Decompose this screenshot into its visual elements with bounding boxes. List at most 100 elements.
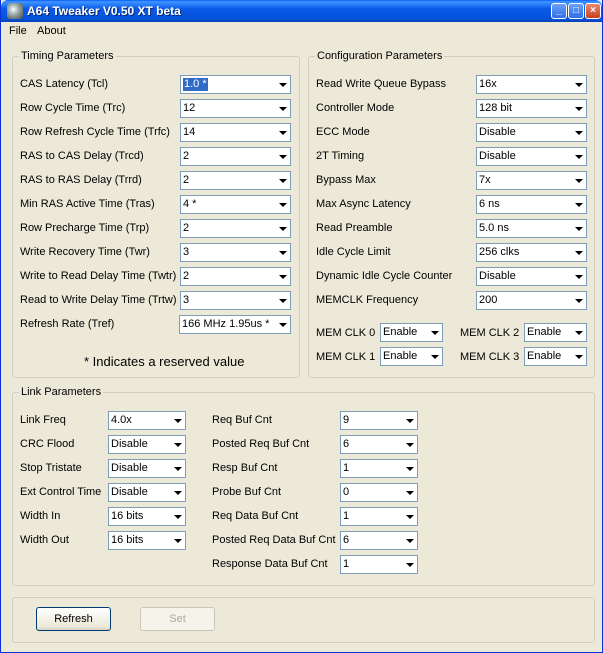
link-buffer-dropdown[interactable]: 6 bbox=[340, 435, 418, 454]
maximize-button[interactable]: □ bbox=[568, 3, 584, 19]
chevron-down-icon[interactable] bbox=[570, 76, 586, 93]
link-param-dropdown[interactable]: 16 bits bbox=[108, 531, 186, 550]
chevron-down-icon[interactable] bbox=[401, 508, 417, 525]
link-param-dropdown[interactable]: Disable bbox=[108, 459, 186, 478]
config-param-dropdown[interactable]: 128 bit bbox=[476, 99, 587, 118]
chevron-down-icon[interactable] bbox=[169, 532, 185, 549]
config-param-dropdown[interactable]: 6 ns bbox=[476, 195, 587, 214]
timing-param-dropdown[interactable]: 2 bbox=[180, 267, 291, 286]
app-icon bbox=[7, 3, 23, 19]
config-param-value: 7x bbox=[479, 174, 491, 186]
timing-param-dropdown[interactable]: 1.0 * bbox=[180, 75, 291, 94]
chevron-down-icon[interactable] bbox=[274, 100, 290, 117]
config-param-dropdown[interactable]: 256 clks bbox=[476, 243, 587, 262]
link-param-dropdown[interactable]: 16 bits bbox=[108, 507, 186, 526]
timing-param-dropdown[interactable]: 2 bbox=[180, 219, 291, 238]
link-param-dropdown[interactable]: Disable bbox=[108, 435, 186, 454]
timing-param-dropdown[interactable]: 3 bbox=[180, 291, 291, 310]
link-param-dropdown[interactable]: 4.0x bbox=[108, 411, 186, 430]
config-param-label: ECC Mode bbox=[316, 126, 370, 138]
config-param-value: Disable bbox=[479, 150, 516, 162]
chevron-down-icon[interactable] bbox=[570, 124, 586, 141]
chevron-down-icon[interactable] bbox=[274, 76, 290, 93]
chevron-down-icon[interactable] bbox=[401, 412, 417, 429]
link-buffer-dropdown[interactable]: 1 bbox=[340, 459, 418, 478]
chevron-down-icon[interactable] bbox=[570, 324, 586, 341]
chevron-down-icon[interactable] bbox=[169, 508, 185, 525]
chevron-down-icon[interactable] bbox=[570, 244, 586, 261]
link-param-value: 4.0x bbox=[111, 414, 132, 426]
memclk-dropdown[interactable]: Enable bbox=[524, 347, 587, 366]
refresh-button[interactable]: Refresh bbox=[36, 607, 111, 631]
chevron-down-icon[interactable] bbox=[570, 220, 586, 237]
memclk-label: MEM CLK 3 bbox=[460, 351, 520, 363]
timing-param-dropdown[interactable]: 12 bbox=[180, 99, 291, 118]
reserved-value-note: * Indicates a reserved value bbox=[84, 354, 245, 369]
menu-file[interactable]: File bbox=[9, 25, 27, 37]
chevron-down-icon[interactable] bbox=[274, 124, 290, 141]
menu-about[interactable]: About bbox=[37, 25, 66, 37]
config-param-dropdown[interactable]: 16x bbox=[476, 75, 587, 94]
chevron-down-icon[interactable] bbox=[401, 484, 417, 501]
link-buffer-dropdown[interactable]: 6 bbox=[340, 531, 418, 550]
chevron-down-icon[interactable] bbox=[570, 268, 586, 285]
chevron-down-icon[interactable] bbox=[169, 484, 185, 501]
memclk-dropdown[interactable]: Enable bbox=[524, 323, 587, 342]
config-param-label: Read Write Queue Bypass bbox=[316, 78, 447, 90]
chevron-down-icon[interactable] bbox=[570, 148, 586, 165]
memclk-dropdown[interactable]: Enable bbox=[380, 323, 443, 342]
config-param-dropdown[interactable]: Disable bbox=[476, 147, 587, 166]
menu-bar: File About bbox=[1, 22, 602, 40]
chevron-down-icon[interactable] bbox=[401, 460, 417, 477]
chevron-down-icon[interactable] bbox=[570, 196, 586, 213]
title-bar[interactable]: A64 Tweaker V0.50 XT beta _ □ × bbox=[1, 0, 602, 22]
link-buffer-value: 0 bbox=[343, 486, 350, 498]
link-buffer-dropdown[interactable]: 1 bbox=[340, 555, 418, 574]
chevron-down-icon[interactable] bbox=[274, 244, 290, 261]
link-param-dropdown[interactable]: Disable bbox=[108, 483, 186, 502]
timing-param-dropdown[interactable]: 2 bbox=[180, 147, 291, 166]
chevron-down-icon[interactable] bbox=[570, 348, 586, 365]
link-buffer-dropdown[interactable]: 0 bbox=[340, 483, 418, 502]
minimize-button[interactable]: _ bbox=[551, 3, 567, 19]
chevron-down-icon[interactable] bbox=[401, 532, 417, 549]
chevron-down-icon[interactable] bbox=[169, 460, 185, 477]
timing-param-value: 166 MHz 1.95us * bbox=[182, 318, 270, 330]
timing-param-dropdown[interactable]: 2 bbox=[180, 171, 291, 190]
chevron-down-icon[interactable] bbox=[401, 556, 417, 573]
chevron-down-icon[interactable] bbox=[274, 220, 290, 237]
chevron-down-icon[interactable] bbox=[401, 436, 417, 453]
config-param-dropdown[interactable]: 7x bbox=[476, 171, 587, 190]
chevron-down-icon[interactable] bbox=[274, 148, 290, 165]
chevron-down-icon[interactable] bbox=[169, 412, 185, 429]
chevron-down-icon[interactable] bbox=[274, 268, 290, 285]
timing-param-dropdown[interactable]: 14 bbox=[180, 123, 291, 142]
link-param-value: Disable bbox=[111, 438, 148, 450]
timing-param-value: 4 * bbox=[183, 198, 197, 210]
chevron-down-icon[interactable] bbox=[274, 316, 290, 333]
link-buffer-dropdown[interactable]: 9 bbox=[340, 411, 418, 430]
chevron-down-icon[interactable] bbox=[570, 292, 586, 309]
config-param-dropdown[interactable]: 200 bbox=[476, 291, 587, 310]
timing-param-dropdown[interactable]: 3 bbox=[180, 243, 291, 262]
chevron-down-icon[interactable] bbox=[274, 292, 290, 309]
link-buffer-label: Req Data Buf Cnt bbox=[212, 510, 299, 522]
chevron-down-icon[interactable] bbox=[426, 324, 442, 341]
link-buffer-dropdown[interactable]: 1 bbox=[340, 507, 418, 526]
link-param-label: Link Freq bbox=[20, 414, 66, 426]
config-param-label: Idle Cycle Limit bbox=[316, 246, 391, 258]
config-param-dropdown[interactable]: 5.0 ns bbox=[476, 219, 587, 238]
chevron-down-icon[interactable] bbox=[169, 436, 185, 453]
chevron-down-icon[interactable] bbox=[570, 100, 586, 117]
config-param-dropdown[interactable]: Disable bbox=[476, 267, 587, 286]
chevron-down-icon[interactable] bbox=[274, 172, 290, 189]
chevron-down-icon[interactable] bbox=[570, 172, 586, 189]
config-param-dropdown[interactable]: Disable bbox=[476, 123, 587, 142]
close-button[interactable]: × bbox=[585, 3, 601, 19]
timing-param-dropdown[interactable]: 166 MHz 1.95us * bbox=[179, 315, 291, 334]
set-button[interactable]: Set bbox=[140, 607, 215, 631]
memclk-dropdown[interactable]: Enable bbox=[380, 347, 443, 366]
timing-param-dropdown[interactable]: 4 * bbox=[180, 195, 291, 214]
chevron-down-icon[interactable] bbox=[274, 196, 290, 213]
chevron-down-icon[interactable] bbox=[426, 348, 442, 365]
